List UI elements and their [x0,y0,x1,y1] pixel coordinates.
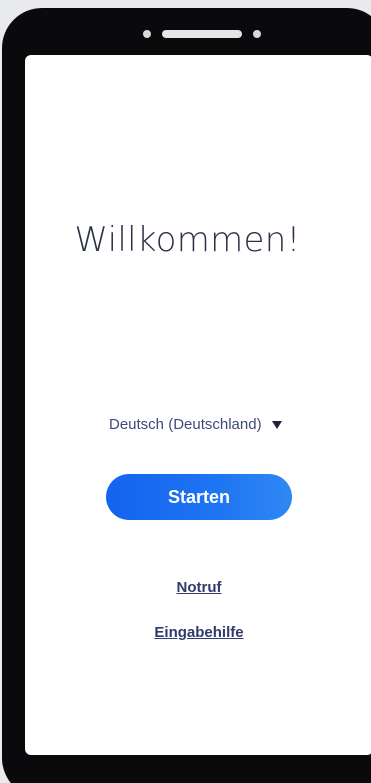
language-dropdown[interactable]: Deutsch (Deutschland) [109,416,282,433]
dropdown-arrow-icon [271,420,282,429]
start-button[interactable]: Starten [106,474,292,520]
phone-frame: Willkommen! Deutsch (Deutschland) Starte… [2,8,371,783]
screen: Willkommen! Deutsch (Deutschland) Starte… [25,55,371,755]
welcome-title: Willkommen! [74,220,301,260]
camera-icon [143,30,151,38]
accessibility-link[interactable]: Eingabehilfe [25,624,371,641]
start-button-label: Starten [167,486,230,507]
sensor-icon [253,30,261,38]
page: Willkommen! Deutsch (Deutschland) Starte… [0,0,371,783]
language-label: Deutsch (Deutschland) [109,416,262,433]
emergency-call-link[interactable]: Notruf [25,579,371,596]
earpiece [162,30,242,38]
